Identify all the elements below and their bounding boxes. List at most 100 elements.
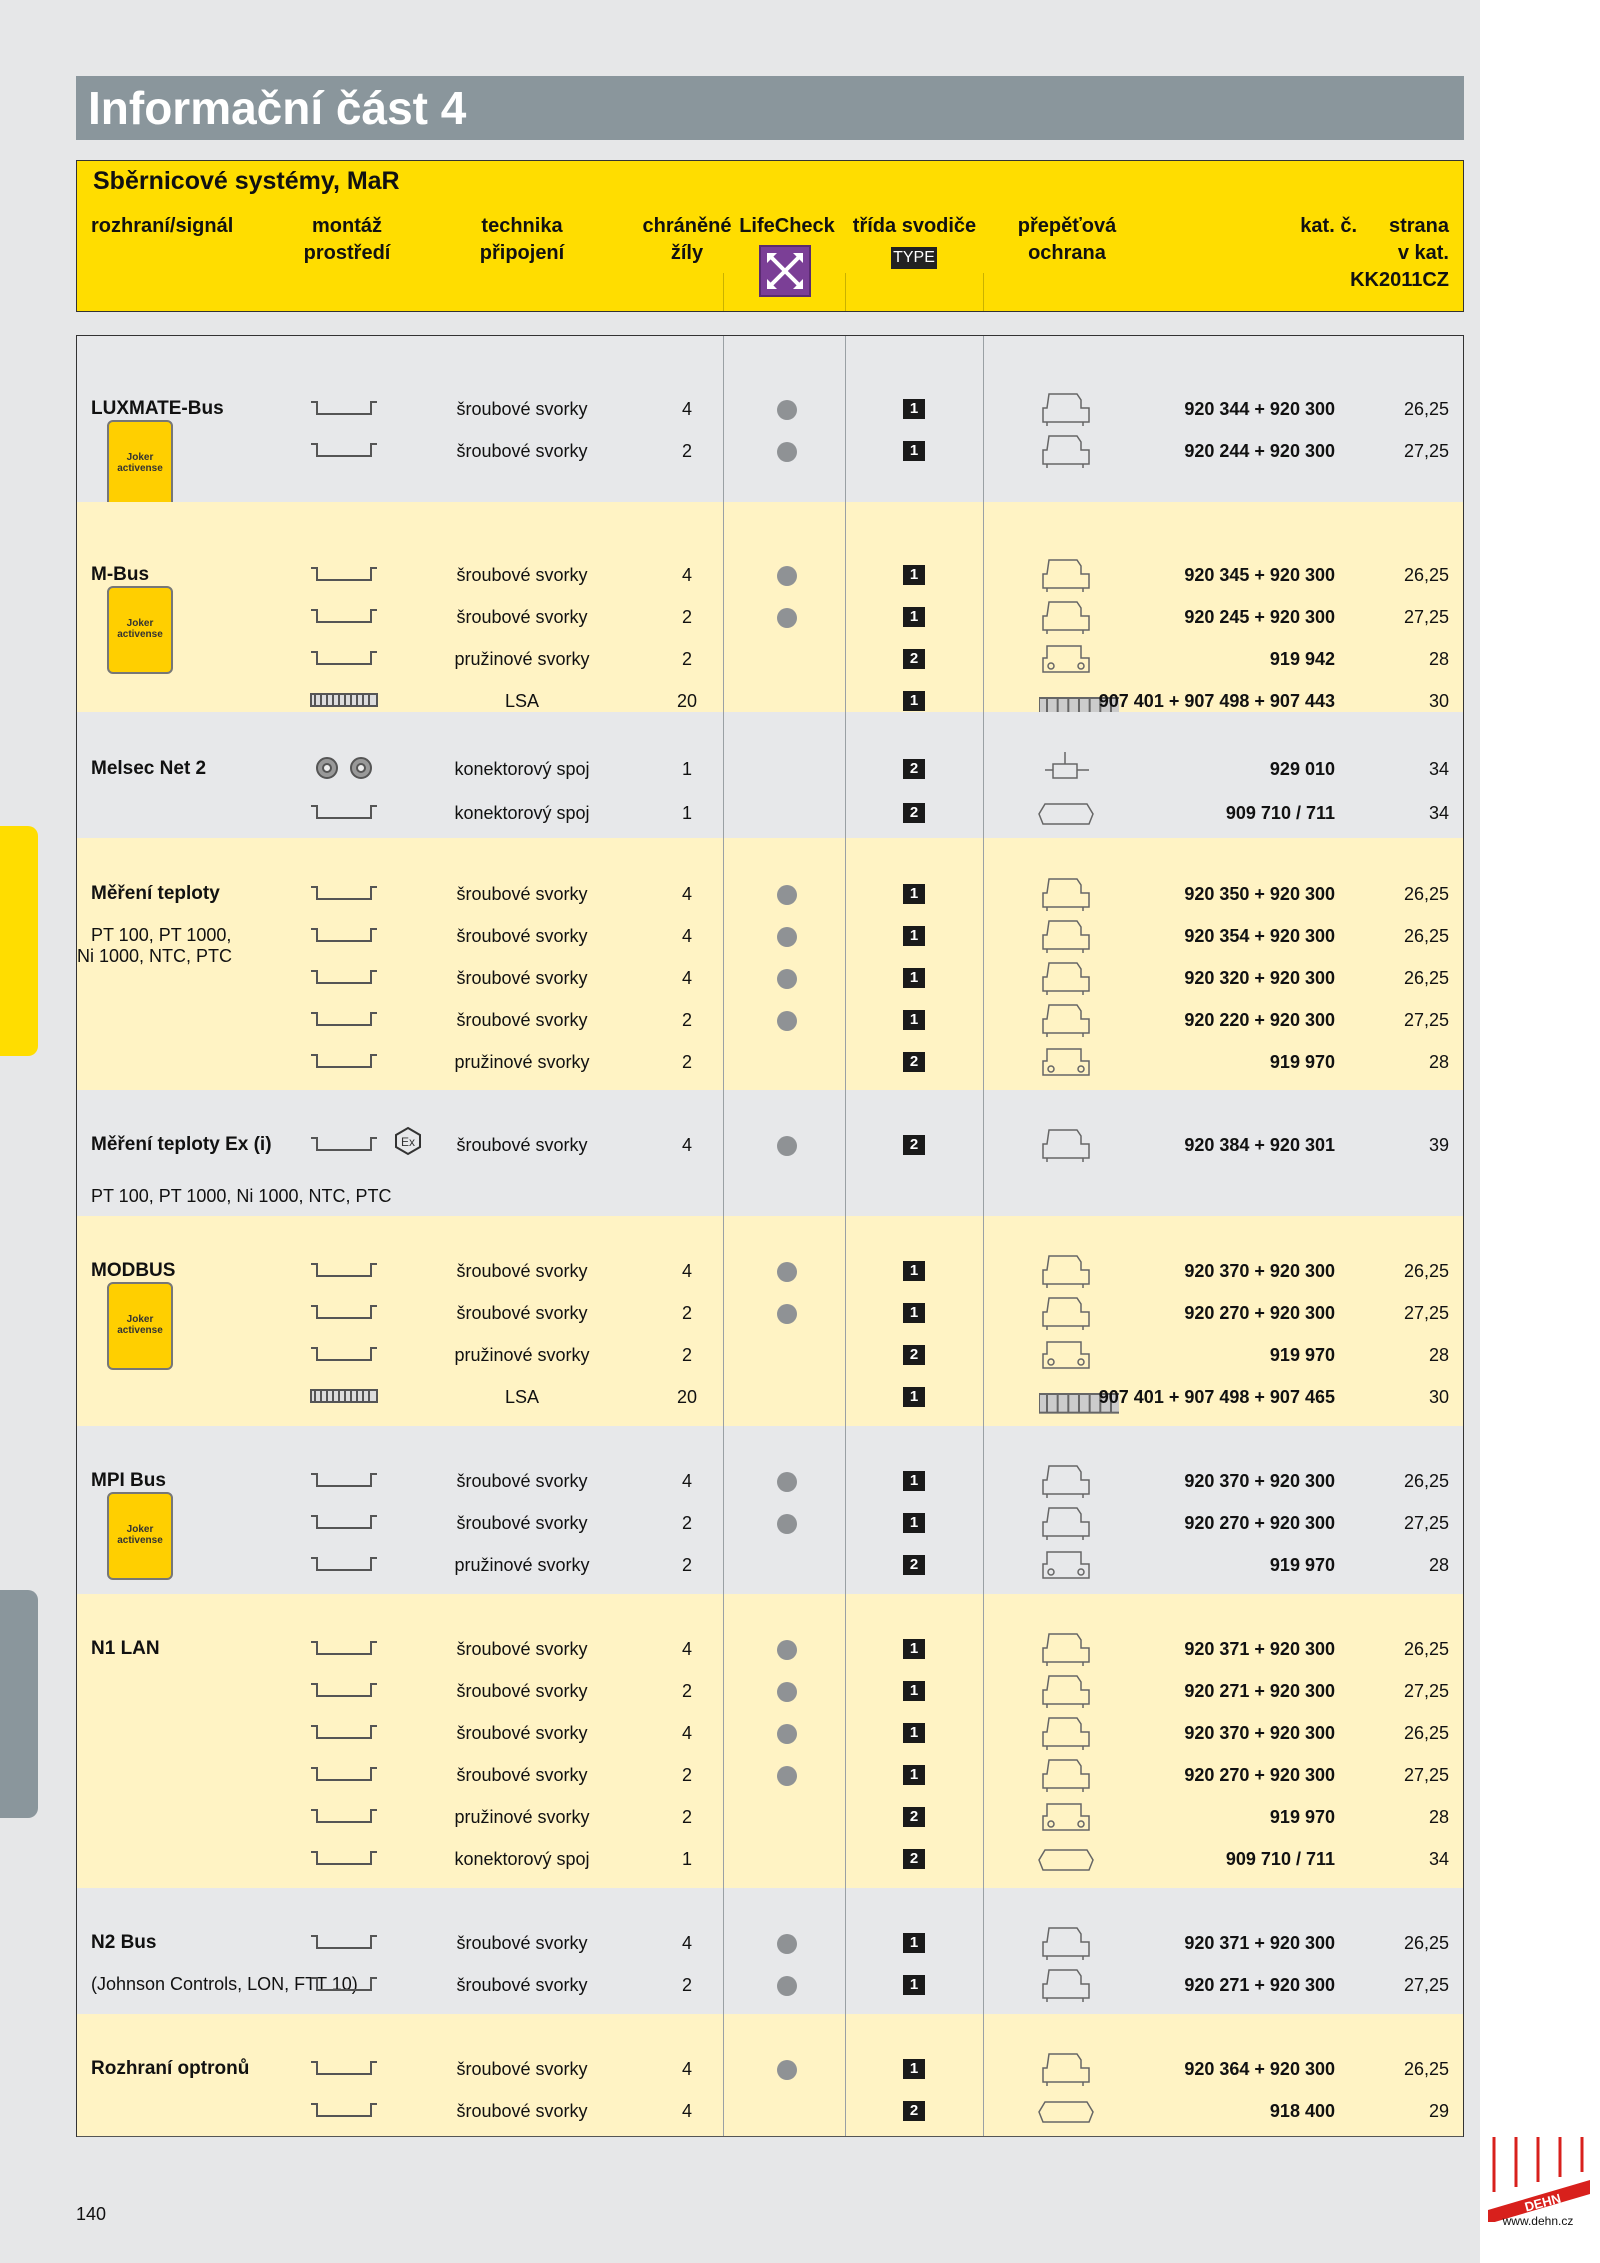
lifecheck-dot: [777, 1304, 797, 1324]
catalog-number: 929 010: [1269, 759, 1335, 779]
catalog-page: 26,25: [1403, 2059, 1449, 2079]
protected-wires: 4: [681, 884, 692, 904]
din-rail-icon: [309, 1762, 379, 1786]
din-rail-icon: [309, 1930, 379, 1954]
catalog-number: 919 970: [1269, 1345, 1335, 1365]
table-group: Melsec Net 2 konektorový spoj 1 2 929 010 34 k…: [77, 712, 1463, 839]
connection-tech: šroubové svorky: [456, 1681, 588, 1701]
catalog-page: 27,25: [1403, 1513, 1449, 1533]
protected-wires: 2: [681, 1052, 692, 1072]
table-row: šroubové svorky 2 1 920 271 + 920 300 27,25: [77, 1670, 1463, 1712]
catalog-page: 28: [1428, 1052, 1449, 1072]
protected-wires: 4: [681, 1639, 692, 1659]
protector-device-icon: [1037, 2092, 1097, 2130]
connector-icon: [309, 756, 379, 780]
lifecheck-dot: [777, 1766, 797, 1786]
protector-device-icon: [1037, 2050, 1097, 2088]
table-group: MODBUS Joker activense šroubové svorky 4 1 92…: [77, 1216, 1463, 1427]
catalog-number: 920 370 + 920 300: [1184, 1723, 1335, 1743]
protected-wires: 2: [681, 1345, 692, 1365]
din-rail-icon: [309, 1804, 379, 1828]
connection-tech: šroubové svorky: [456, 1471, 588, 1491]
table-row: Ex šroubové svorky 4 2 920 384 + 920 301 39: [77, 1124, 1463, 1166]
col-kat: kat. č.: [1300, 215, 1357, 237]
catalog-page: 28: [1428, 1345, 1449, 1365]
website-url: www.dehn.cz: [1502, 2214, 1574, 2228]
type-class-badge: 1: [903, 1765, 925, 1785]
protected-wires: 4: [681, 1135, 692, 1155]
protector-device-icon: [1037, 390, 1097, 428]
din-rail-icon: [309, 1846, 379, 1870]
table-row: šroubové svorky 4 1 920 364 + 920 300 26,25: [77, 2048, 1463, 2090]
catalog-page: 34: [1428, 803, 1449, 823]
catalog-page: 29: [1428, 2101, 1449, 2121]
protector-device-icon: [1037, 1798, 1097, 1836]
connection-tech: šroubové svorky: [456, 1303, 588, 1323]
col-protection: přepěťová ochrana: [1017, 215, 1117, 264]
col-tech: technika připojení: [479, 215, 565, 264]
protector-device-icon: [1037, 1756, 1097, 1794]
svg-text:Ex: Ex: [401, 1135, 415, 1149]
catalog-number: 920 370 + 920 300: [1184, 1471, 1335, 1491]
table-row: konektorový spoj 1 2 929 010 34: [77, 748, 1463, 790]
type-badge: TYPE: [891, 247, 937, 269]
table-row: šroubové svorky 2 1 920 245 + 920 300 27,25: [77, 596, 1463, 638]
protected-wires: 1: [681, 803, 692, 823]
catalog-page: 26,25: [1403, 1471, 1449, 1491]
catalog-page: 27,25: [1403, 607, 1449, 627]
protected-wires: 2: [681, 1975, 692, 1995]
table-row: šroubové svorky 4 1 920 345 + 920 300 26,25: [77, 554, 1463, 596]
connection-tech: šroubové svorky: [456, 1010, 588, 1030]
lsa-block-icon: [309, 688, 379, 712]
connection-tech: šroubové svorky: [456, 441, 588, 461]
protected-wires: 4: [681, 399, 692, 419]
protector-device-icon: [1037, 959, 1097, 997]
catalog-page: 28: [1428, 649, 1449, 669]
protector-device-icon: [1037, 1672, 1097, 1710]
connection-tech: pružinové svorky: [454, 1345, 590, 1365]
col-mount: montáž prostředí: [303, 215, 391, 264]
catalog-page: 28: [1428, 1555, 1449, 1575]
catalog-number: 920 370 + 920 300: [1184, 1261, 1335, 1281]
type-class-badge: 2: [903, 1555, 925, 1575]
type-class-badge: 1: [903, 968, 925, 988]
protector-device-icon: [1037, 1630, 1097, 1668]
catalog-number: 920 270 + 920 300: [1184, 1303, 1335, 1323]
protected-wires: 4: [681, 565, 692, 585]
type-class-badge: 1: [903, 441, 925, 461]
table-group: N2 Bus (Johnson Controls, LON, FTT 10) šro…: [77, 1888, 1463, 2015]
table-row: pružinové svorky 2 2 919 942 28: [77, 638, 1463, 680]
type-class-badge: 1: [903, 1975, 925, 1995]
catalog-number: 920 371 + 920 300: [1184, 1933, 1335, 1953]
din-rail-icon: [309, 1720, 379, 1744]
catalog-number: 920 244 + 920 300: [1184, 441, 1335, 461]
section-title: Sběrnicové systémy, MaR: [93, 167, 400, 195]
table-row: šroubové svorky 4 1 920 370 + 920 300 26,25: [77, 1250, 1463, 1292]
protected-wires: 4: [681, 1261, 692, 1281]
protector-device-icon: [1037, 1504, 1097, 1542]
protector-device-icon: [1037, 432, 1097, 470]
protector-device-icon: [1037, 750, 1097, 788]
page-margin: [1480, 0, 1600, 2263]
type-class-badge: 1: [903, 1723, 925, 1743]
din-rail-icon: [309, 2056, 379, 2080]
lifecheck-dot: [777, 1976, 797, 1996]
protected-wires: 4: [681, 1933, 692, 1953]
table-group: MPI Bus Joker activense šroubové svorky 4 1 9…: [77, 1426, 1463, 1595]
catalog-page: 26,25: [1403, 1639, 1449, 1659]
connection-tech: pružinové svorky: [454, 1052, 590, 1072]
type-class-badge: 2: [903, 803, 925, 823]
catalog-number: 920 350 + 920 300: [1184, 884, 1335, 904]
dehn-logo: DEHN: [1488, 2137, 1590, 2222]
connection-tech: pružinové svorky: [454, 1807, 590, 1827]
table-row: šroubové svorky 2 1 920 271 + 920 300 27,25: [77, 1964, 1463, 2006]
connection-tech: šroubové svorky: [456, 399, 588, 419]
protector-device-icon: [1037, 875, 1097, 913]
table-group: LUXMATE-Bus Joker activense šroubové svork…: [77, 336, 1463, 508]
catalog-number: 920 371 + 920 300: [1184, 1639, 1335, 1659]
table-row: šroubové svorky 2 1 920 244 + 920 300 27,25: [77, 430, 1463, 472]
protector-device-icon: [1037, 1924, 1097, 1962]
type-class-badge: 1: [903, 1471, 925, 1491]
catalog-number: 919 970: [1269, 1052, 1335, 1072]
connection-tech: šroubové svorky: [456, 565, 588, 585]
